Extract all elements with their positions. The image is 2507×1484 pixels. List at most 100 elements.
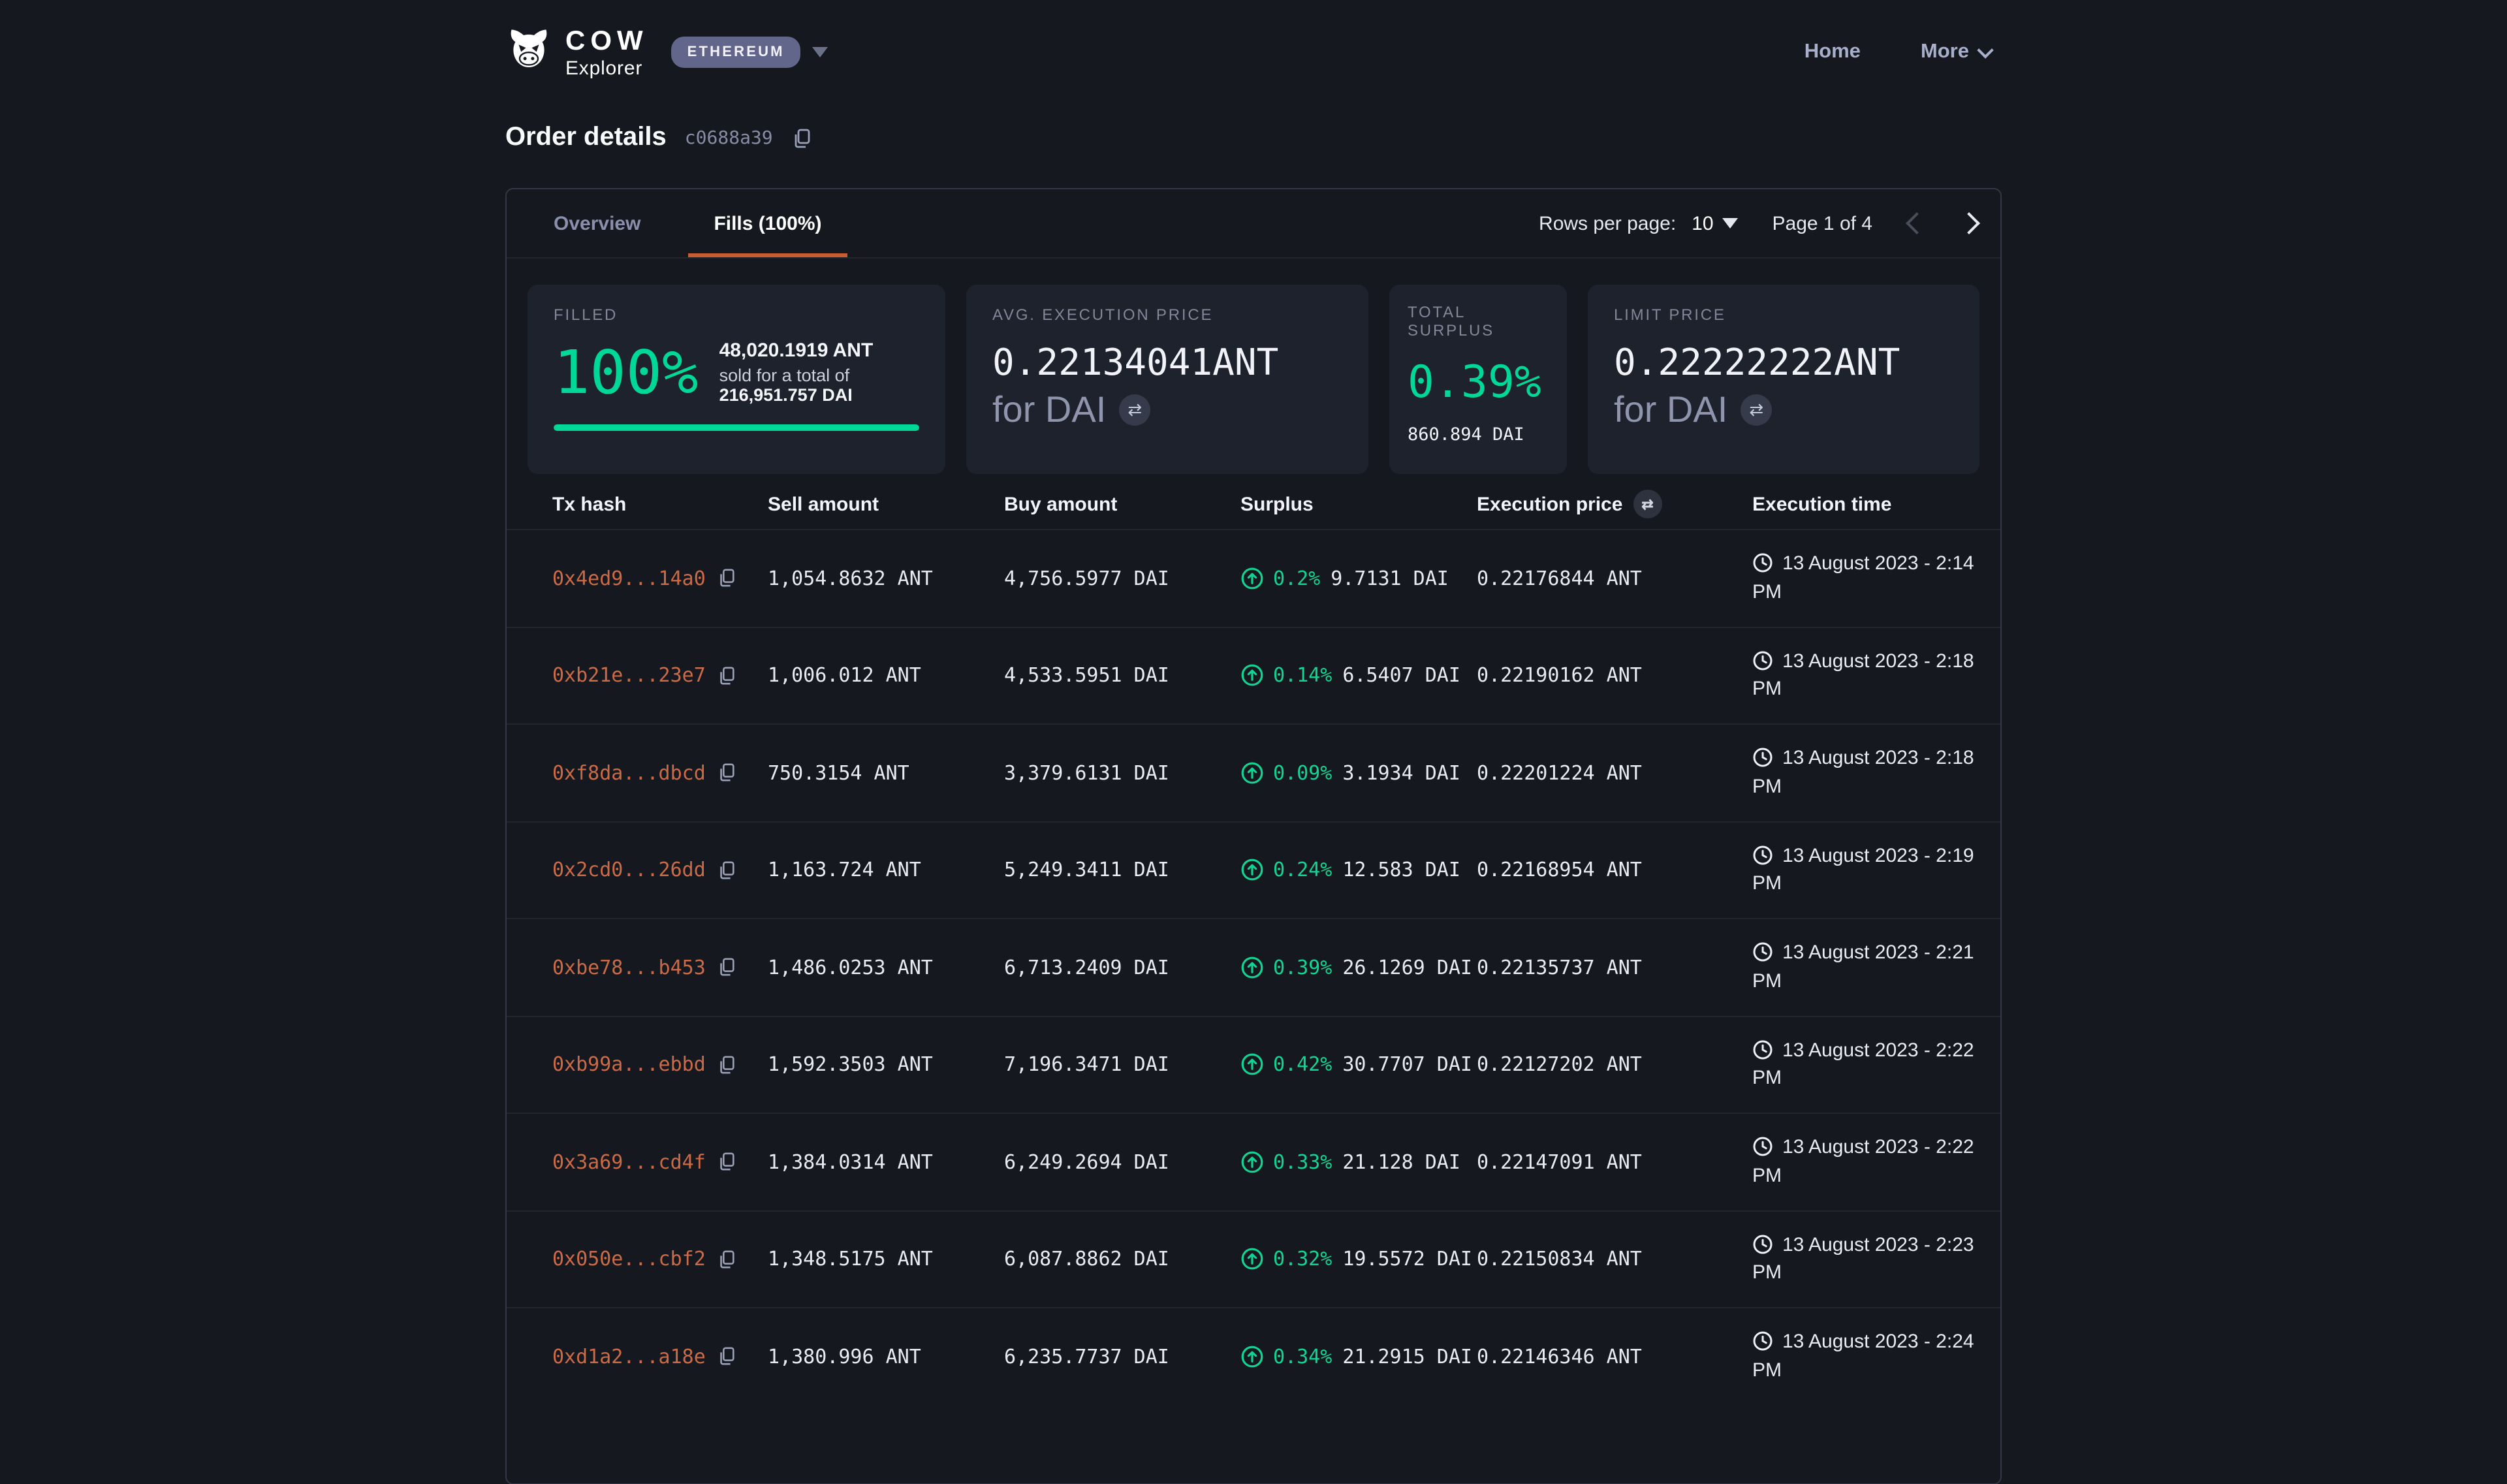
order-id: c0688a39 [685,127,773,148]
table-header: Tx hash Sell amount Buy amount Surplus E… [507,479,2000,529]
logo-subtitle: Explorer [565,58,648,78]
execution-time-cell: 13 August 2023 - 2:22 PM [1752,1036,1979,1093]
copy-icon[interactable] [717,1152,737,1172]
surplus-amount: 26.1269 DAI [1342,956,1472,979]
copy-order-id-icon[interactable] [791,127,812,148]
surplus-percent: 0.14% [1273,664,1332,687]
tx-hash-link[interactable]: 0x3a69...cd4f [552,1150,706,1174]
cow-logo-icon [505,29,552,76]
invert-price-icon[interactable]: ⇄ [1119,394,1150,426]
execution-time-cell: 13 August 2023 - 2:23 PM [1752,1231,1979,1287]
tx-hash-link[interactable]: 0xbe78...b453 [552,956,706,979]
sell-amount-cell: 1,486.0253 ANT [768,956,1004,979]
surplus-cell: 0.34% 21.2915 DAI [1240,1345,1477,1368]
column-surplus: Surplus [1240,493,1477,515]
execution-time-text: 13 August 2023 - 2:18 PM [1752,747,1974,798]
surplus-percent: 0.39% [1273,956,1332,979]
network-badge[interactable]: ETHEREUM [672,37,800,68]
buy-amount-cell: 3,379.6131 DAI [1004,761,1240,785]
surplus-percent: 0.24% [1273,859,1332,882]
surplus-cell: 0.09% 3.1934 DAI [1240,761,1477,785]
sell-amount-cell: 1,348.5175 ANT [768,1248,1004,1271]
rows-per-page-label: Rows per page: [1539,212,1676,234]
execution-time-cell: 13 August 2023 - 2:18 PM [1752,744,1979,801]
execution-time-text: 13 August 2023 - 2:22 PM [1752,1039,1974,1090]
nav-home-link[interactable]: Home [1805,40,1861,64]
filled-sold-total: sold for a total of 216,951.757 DAI [719,366,919,405]
copy-icon[interactable] [717,860,737,880]
surplus-cell: 0.32% 19.5572 DAI [1240,1248,1477,1271]
nav-more-link[interactable]: More [1921,40,1991,64]
tab-overview[interactable]: Overview [528,189,667,257]
execution-price-cell: 0.22146346 ANT [1477,1345,1752,1368]
table-row: 0xb21e...23e7 1,006.012 ANT 4,533.5951 D… [507,626,2000,723]
copy-icon[interactable] [717,666,737,686]
tx-hash-link[interactable]: 0xd1a2...a18e [552,1345,706,1368]
surplus-amount: 9.7131 DAI [1331,567,1449,590]
cow-explorer-logo[interactable]: COW Explorer [505,27,648,78]
sell-amount-cell: 1,592.3503 ANT [768,1053,1004,1077]
surplus-amount: 21.128 DAI [1342,1150,1460,1174]
execution-price-cell: 0.22201224 ANT [1477,761,1752,785]
previous-page-button[interactable] [1906,212,1928,234]
execution-price-cell: 0.22147091 ANT [1477,1150,1752,1174]
buy-amount-cell: 6,713.2409 DAI [1004,956,1240,979]
page-title: Order details [505,123,667,153]
clock-icon [1752,844,1773,865]
chevron-down-icon [1977,41,1993,57]
rows-per-page: Rows per page: 10 [1539,212,1739,234]
arrow-up-circle-icon [1240,859,1264,882]
sell-amount-cell: 750.3154 ANT [768,761,1004,785]
tx-hash-link[interactable]: 0xb99a...ebbd [552,1053,706,1077]
surplus-amount: 12.583 DAI [1342,859,1460,882]
execution-time-text: 13 August 2023 - 2:22 PM [1752,1136,1974,1187]
copy-icon[interactable] [717,1250,737,1269]
execution-time-cell: 13 August 2023 - 2:21 PM [1752,939,1979,996]
surplus-amount: 3.1934 DAI [1342,761,1460,785]
tx-hash-link[interactable]: 0x4ed9...14a0 [552,567,706,590]
filled-amount: 48,020.1919 ANT [719,339,919,362]
clock-icon [1752,1039,1773,1060]
execution-time-text: 13 August 2023 - 2:24 PM [1752,1331,1974,1381]
fill-progress-bar [554,424,919,431]
summary-cards: FILLED 100% 48,020.1919 ANT sold for a t… [507,259,2000,474]
tx-hash-link[interactable]: 0xb21e...23e7 [552,664,706,687]
next-page-button[interactable] [1958,212,1980,234]
tab-fills[interactable]: Fills (100%) [687,189,847,257]
execution-time-text: 13 August 2023 - 2:14 PM [1752,552,1974,603]
sell-amount-cell: 1,054.8632 ANT [768,567,1004,590]
main-nav: Home More [1805,40,2002,64]
surplus-amount: 21.2915 DAI [1342,1345,1472,1368]
invert-price-icon[interactable]: ⇄ [1741,394,1772,426]
sell-amount-cell: 1,163.724 ANT [768,859,1004,882]
invert-price-icon[interactable]: ⇄ [1633,490,1662,518]
logo-title: COW [565,27,648,54]
table-row: 0xd1a2...a18e 1,380.996 ANT 6,235.7737 D… [507,1307,2000,1404]
tx-hash-link[interactable]: 0xf8da...dbcd [552,761,706,785]
copy-icon[interactable] [717,1055,737,1075]
tx-hash-link[interactable]: 0x050e...cbf2 [552,1248,706,1271]
surplus-percent: 0.32% [1273,1248,1332,1271]
surplus-amount: 30.7707 DAI [1342,1053,1472,1077]
tx-hash-link[interactable]: 0x2cd0...26dd [552,859,706,882]
execution-price-cell: 0.22135737 ANT [1477,956,1752,979]
execution-time-cell: 13 August 2023 - 2:24 PM [1752,1328,1979,1385]
clock-icon [1752,1136,1773,1157]
copy-icon[interactable] [717,1347,737,1366]
buy-amount-cell: 4,756.5977 DAI [1004,567,1240,590]
column-sell-amount: Sell amount [768,493,1004,515]
clock-icon [1752,747,1773,768]
arrow-up-circle-icon [1240,1053,1264,1077]
top-navigation-bar: COW Explorer ETHEREUM Home More [505,0,2002,104]
rows-per-page-select[interactable]: 10 [1692,212,1738,234]
copy-icon[interactable] [717,569,737,588]
copy-icon[interactable] [717,763,737,783]
buy-amount-cell: 4,533.5951 DAI [1004,664,1240,687]
network-dropdown-caret-icon[interactable] [812,47,828,57]
surplus-percent: 0.34% [1273,1345,1332,1368]
execution-price-cell: 0.22127202 ANT [1477,1053,1752,1077]
table-row: 0x3a69...cd4f 1,384.0314 ANT 6,249.2694 … [507,1113,2000,1210]
limit-price-label: LIMIT PRICE [1614,306,1953,324]
clock-icon [1752,650,1773,671]
copy-icon[interactable] [717,958,737,977]
